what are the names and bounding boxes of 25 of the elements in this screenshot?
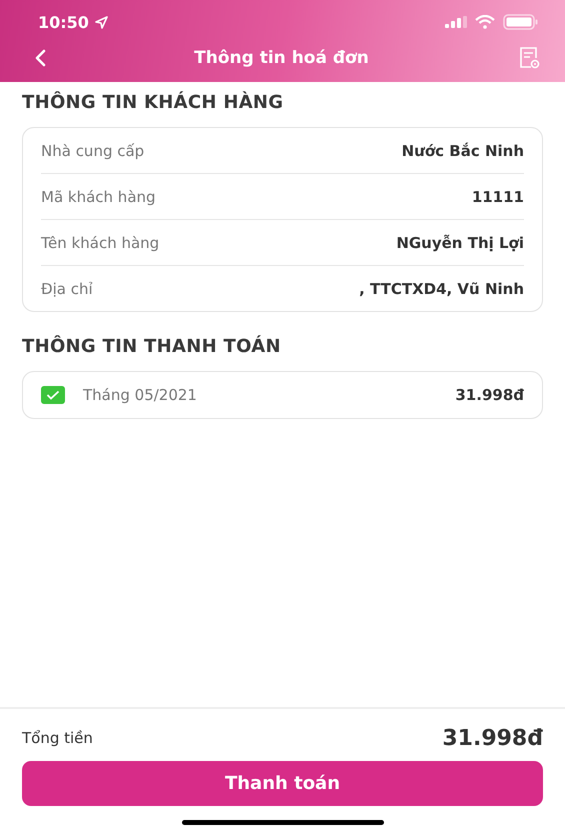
screen-title: Thông tin hoá đơn [194, 48, 369, 68]
info-label: Địa chỉ [41, 280, 93, 298]
total-label: Tổng tiền [22, 729, 93, 747]
signal-icon [445, 16, 467, 28]
wifi-icon [475, 15, 495, 29]
section-title: THÔNG TIN THANH TOÁN [21, 334, 282, 357]
info-label: Nhà cung cấp [41, 142, 144, 160]
bill-month: Tháng 05/2021 [83, 386, 197, 404]
bill-amount: 31.998đ [455, 386, 524, 404]
status-time: 10:50 [38, 12, 89, 32]
location-icon [94, 16, 108, 28]
info-value: , TTCTXD4, Vũ Ninh [359, 280, 524, 298]
checkbox[interactable] [41, 386, 65, 404]
checkmark-icon [46, 390, 60, 400]
info-value: NGuyễn Thị Lợi [396, 234, 524, 252]
section-title: THÔNG TIN KHÁCH HÀNG [21, 90, 284, 113]
pay-button[interactable]: Thanh toán [22, 761, 543, 806]
info-label: Mã khách hàng [41, 188, 156, 206]
info-label: Tên khách hàng [41, 234, 160, 252]
bill-card[interactable]: Tháng 05/2021 31.998đ [22, 371, 543, 419]
info-value: 11111 [472, 188, 524, 206]
back-icon[interactable] [34, 49, 46, 67]
info-value: Nước Bắc Ninh [402, 142, 524, 160]
battery-icon [503, 14, 539, 30]
total-amount: 31.998đ [442, 726, 543, 750]
